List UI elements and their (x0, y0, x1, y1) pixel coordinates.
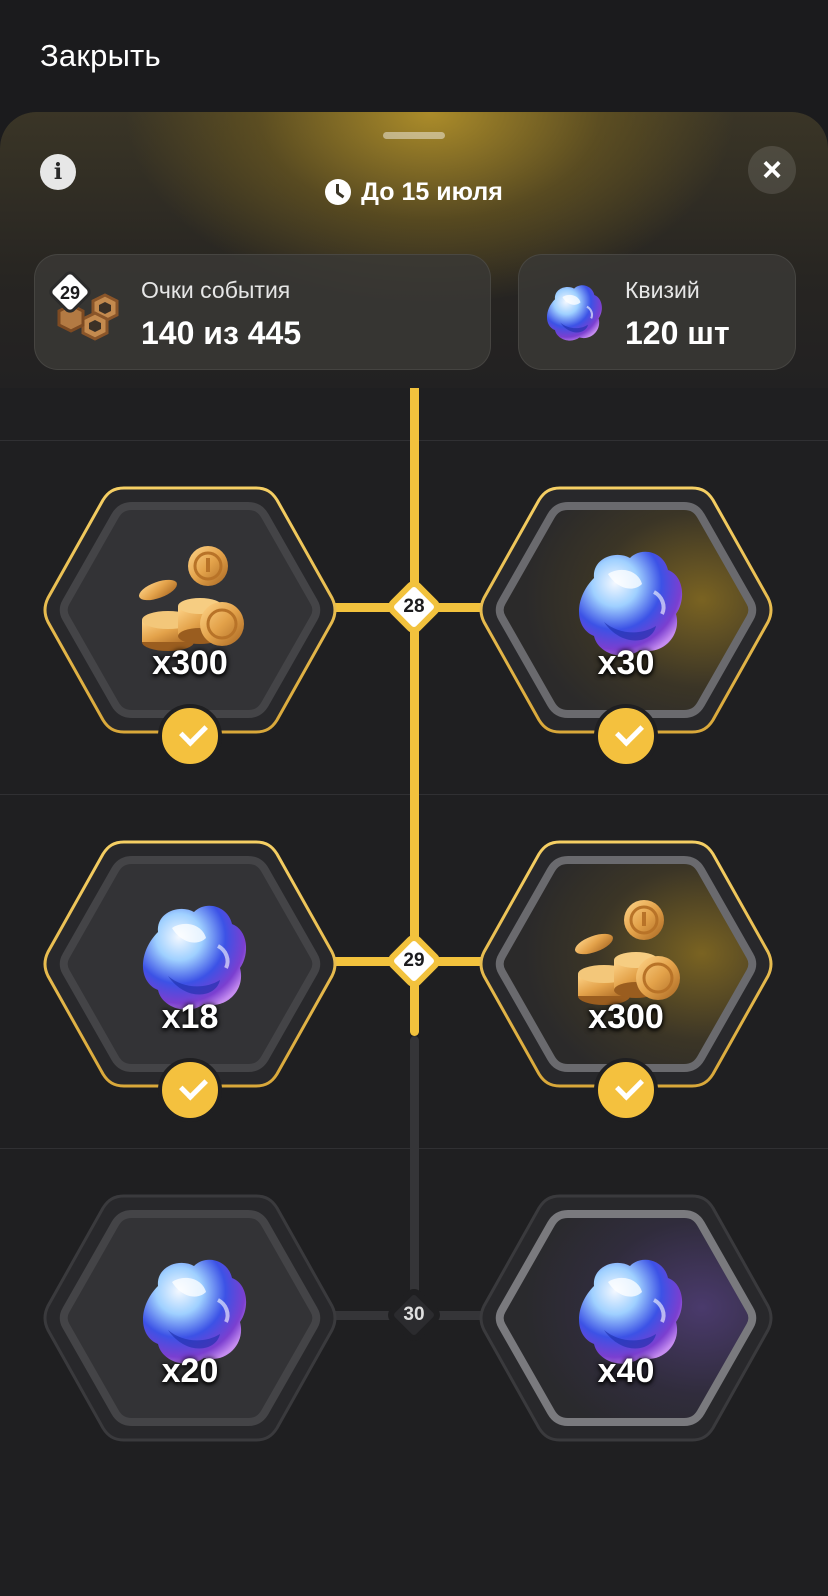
reward-quantity: x18 (161, 998, 219, 1036)
reward-card-crystal[interactable]: x30 (476, 478, 776, 768)
sheet-grabber[interactable] (383, 132, 445, 139)
close-link[interactable]: Закрыть (40, 38, 161, 74)
reward-quantity: x300 (588, 998, 664, 1036)
event-points-title: Очки события (141, 277, 291, 303)
reward-card-crystal[interactable]: x40 (476, 1186, 776, 1462)
event-points-icon: 29 (49, 271, 119, 341)
reward-card-crystal[interactable]: x20 (40, 1186, 340, 1462)
reward-quantity: x20 (161, 1352, 219, 1390)
level-marker-29: 29 (386, 933, 442, 989)
reward-card-coins[interactable]: x300 (40, 478, 340, 768)
progress-line-empty (410, 1036, 419, 1312)
claimed-check-icon (158, 704, 222, 768)
claimed-check-icon (158, 1058, 222, 1122)
claimed-check-icon (594, 1058, 658, 1122)
event-deadline: До 15 июля (0, 178, 828, 207)
event-points-card[interactable]: 29 Очки события 140 из 445 (34, 254, 491, 370)
crystal-icon (545, 284, 603, 342)
quiz-currency-card[interactable]: Квизий 120 шт (518, 254, 796, 370)
clock-icon (325, 179, 352, 205)
top-bar: Закрыть (0, 0, 828, 112)
claimed-check-icon (594, 704, 658, 768)
progress-line-filled (410, 342, 419, 1036)
level-marker-30: 30 (386, 1287, 442, 1343)
event-sheet: 28 x300 x30 29 x18 x300 30 x20 x40 i × Д… (0, 112, 828, 1596)
quiz-currency-title: Квизий (625, 277, 700, 303)
reward-quantity: x300 (152, 644, 228, 682)
event-points-badge: 29 (60, 283, 80, 303)
event-points-value: 140 из 445 (141, 315, 302, 351)
quiz-currency-value: 120 шт (625, 315, 730, 351)
reward-quantity: x30 (597, 644, 655, 682)
reward-quantity: x40 (597, 1352, 655, 1390)
reward-card-crystal[interactable]: x18 (40, 832, 340, 1122)
event-header: i × До 15 июля 29 Очки события 140 из 44… (0, 112, 828, 388)
reward-card-coins[interactable]: x300 (476, 832, 776, 1122)
level-marker-28: 28 (386, 579, 442, 635)
